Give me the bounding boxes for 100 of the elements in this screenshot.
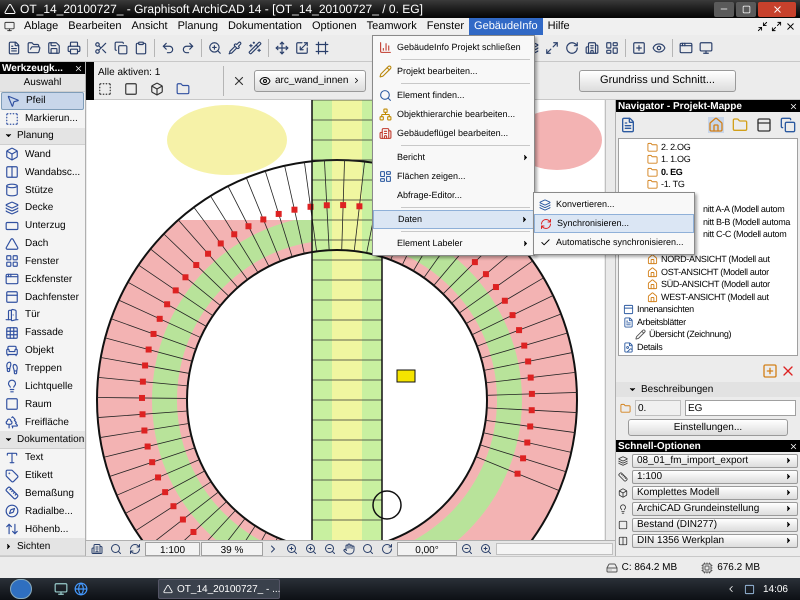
start-button[interactable] [10, 579, 32, 599]
open-folder-icon[interactable] [27, 41, 41, 55]
rectangle-icon[interactable] [124, 82, 138, 96]
tree-item[interactable]: WEST-ANSICHT (Modell aut [647, 291, 769, 304]
section-header[interactable]: Sichten [0, 538, 85, 556]
tool-item[interactable]: Bemaßung [1, 484, 84, 502]
tool-item[interactable]: Decke [1, 198, 84, 217]
tool-item[interactable]: Treppen [1, 360, 84, 378]
tree-item[interactable]: nitt C-C (Modell autom [703, 228, 786, 241]
menu-item[interactable]: Teamwork [362, 18, 422, 35]
tool-item[interactable]: Freifläche [1, 413, 84, 431]
zoom-area-icon[interactable] [110, 542, 122, 554]
horizontal-scrollbar[interactable] [496, 542, 613, 554]
name-field[interactable]: EG [685, 400, 796, 416]
tree-item[interactable]: nitt B-B (Modell automa [703, 216, 790, 228]
eye-icon[interactable] [652, 41, 666, 55]
minimize-icon[interactable] [757, 21, 768, 32]
tool-item[interactable]: Radialbe... [1, 502, 84, 520]
panel-grip[interactable] [86, 62, 94, 100]
tool-item[interactable]: Raum [1, 395, 84, 414]
option-dropdown[interactable]: Bestand (DIN277) [632, 518, 798, 532]
rotate-icon[interactable] [381, 542, 393, 554]
redo-icon[interactable] [181, 41, 195, 55]
menu-entry[interactable]: Synchronisieren... [534, 214, 694, 233]
option-dropdown[interactable]: DIN 1356 Werkplan [632, 534, 798, 548]
menu-entry[interactable]: Projekt bearbeiten... [373, 62, 534, 81]
tool-item[interactable]: Text [1, 448, 84, 467]
tool-item[interactable]: Eckfenster [1, 270, 84, 288]
tree-item[interactable]: nitt A-A (Modell autom [703, 204, 784, 216]
section-header[interactable]: Dokumentation [0, 430, 85, 449]
pipette-icon[interactable] [228, 41, 242, 55]
menu-entry[interactable]: Konvertieren... [534, 195, 694, 214]
menu-item[interactable]: Fenster [422, 18, 470, 35]
menu-item[interactable]: Bearbeiten [63, 18, 126, 35]
menu-entry[interactable]: Element Labeler [373, 234, 534, 253]
tree-item[interactable]: Innenansichten [623, 304, 694, 316]
wand-icon[interactable] [248, 41, 262, 55]
save-icon[interactable] [47, 41, 61, 55]
tool-item[interactable]: Dach [1, 234, 84, 252]
tool-item[interactable]: Stütze [1, 181, 84, 199]
zoom-out-icon[interactable] [324, 542, 336, 554]
minimize-button[interactable] [714, 2, 734, 16]
restore-icon[interactable] [771, 21, 782, 32]
copy-icon[interactable] [114, 41, 128, 55]
tool-item[interactable]: Dachfenster [1, 288, 84, 306]
new-file-icon[interactable] [7, 41, 21, 55]
menu-entry[interactable]: Automatische synchronisieren... [534, 233, 694, 252]
undo-icon[interactable] [161, 41, 175, 55]
section-header[interactable]: Planung [0, 128, 85, 146]
menu-entry[interactable]: Gebäudeflügel bearbeiten... [373, 124, 534, 143]
close-icon[interactable] [789, 442, 798, 450]
scale-button[interactable]: 1:100 [145, 542, 200, 556]
tool-item[interactable]: Markierun... [1, 110, 84, 128]
close-icon[interactable] [74, 64, 83, 72]
menu-item[interactable]: Optionen [306, 18, 362, 35]
view-button[interactable]: Grundriss und Schnitt... [579, 70, 736, 92]
tray-app-icon[interactable] [744, 584, 755, 594]
section-header[interactable]: Auswahl [0, 74, 85, 92]
tool-item[interactable]: Tür [1, 306, 84, 324]
tree-item[interactable]: OST-ANSICHT (Modell autor [647, 266, 769, 278]
expanded-triangle-icon[interactable] [628, 385, 637, 394]
option-dropdown[interactable]: ArchiCAD Grundeinstellung [632, 502, 798, 516]
refresh-icon[interactable] [129, 542, 141, 554]
menu-item[interactable]: Ansicht [126, 18, 173, 35]
marquee-icon[interactable] [98, 82, 112, 96]
option-dropdown[interactable]: Komplettes Modell [632, 486, 798, 500]
menu-entry[interactable]: Bericht [373, 148, 534, 167]
tree-item[interactable]: Arbeitsblätter [623, 316, 686, 328]
tree-item[interactable]: Übersicht (Zeichnung) [635, 328, 732, 341]
folder-icon[interactable] [176, 82, 190, 96]
menu-item[interactable]: Ablage [19, 18, 64, 35]
tree-item[interactable]: 1. 1.OG [647, 154, 690, 166]
zoom-icon[interactable] [305, 542, 317, 554]
menu-entry[interactable]: GebäudeInfo Projekt schließen [373, 38, 534, 57]
menu-item[interactable]: Planung [172, 18, 223, 35]
menu-entry[interactable]: Daten [373, 210, 534, 229]
menu-entry[interactable]: Flächen zeigen... [373, 167, 534, 186]
pan-icon[interactable] [343, 542, 355, 554]
menu-item[interactable]: Hilfe [542, 18, 575, 35]
menu-entry[interactable]: Element finden... [373, 86, 534, 105]
magnifier-icon[interactable] [208, 41, 222, 55]
menu-entry[interactable]: Objekthierarchie bearbeiten... [373, 105, 534, 124]
tool-item[interactable]: Wandabsc... [1, 163, 84, 182]
tool-item[interactable]: Höhenb... [1, 520, 84, 538]
tool-item[interactable]: Fenster [1, 252, 84, 270]
option-dropdown[interactable]: 1:100 [632, 470, 798, 484]
angle-button[interactable]: 0,00° [397, 542, 457, 556]
tree-item[interactable]: NORD-ANSICHT (Modell aut [647, 254, 770, 266]
menu-item[interactable]: GebäudeInfo [469, 18, 543, 35]
desktop-icon[interactable] [54, 582, 68, 596]
settings-button[interactable]: Einstellungen... [628, 419, 788, 436]
tree-item[interactable]: 0. EG [647, 166, 683, 178]
zoom-in-icon[interactable] [286, 542, 298, 554]
layer-button[interactable]: arc_wand_innen [254, 70, 366, 92]
tool-item[interactable]: Wand [1, 145, 84, 164]
paste-icon[interactable] [134, 41, 148, 55]
zoom-level-button[interactable]: 39 % [201, 542, 263, 556]
taskbar-window-button[interactable]: OT_14_20100727_ - ... [158, 579, 280, 599]
cut-icon[interactable] [94, 41, 108, 55]
browser-icon[interactable] [74, 582, 88, 596]
